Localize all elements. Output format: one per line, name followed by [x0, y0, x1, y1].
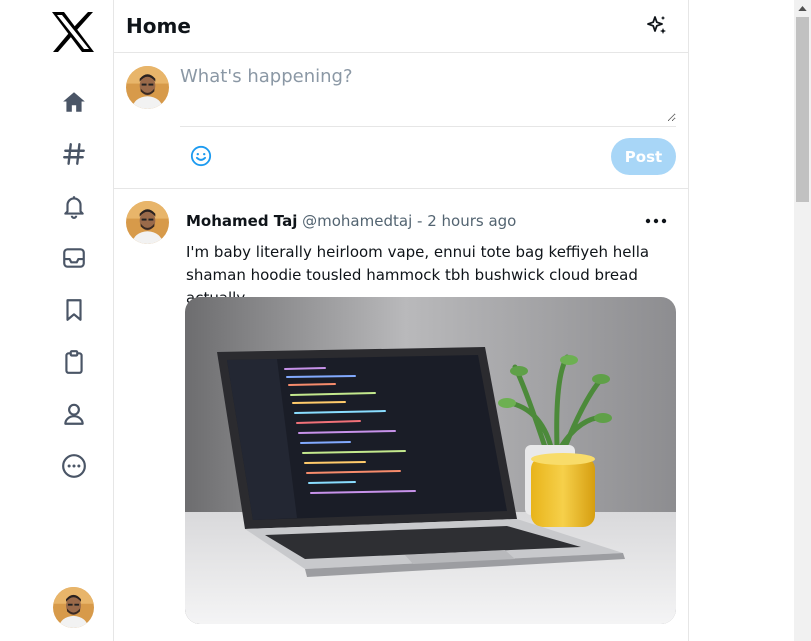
avatar[interactable]	[53, 587, 94, 628]
bookmark-icon	[66, 299, 82, 321]
page-title: Home	[126, 14, 191, 38]
x-logo-icon[interactable]	[50, 11, 96, 53]
nav-home[interactable]	[58, 86, 90, 118]
scroll-up-arrow-icon[interactable]	[794, 0, 811, 17]
nav-notifications[interactable]	[58, 190, 90, 222]
bell-icon	[64, 196, 84, 219]
smiley-icon[interactable]	[190, 145, 212, 167]
sidebar	[0, 0, 114, 641]
nav-profile[interactable]	[58, 398, 90, 430]
nav-explore[interactable]	[58, 138, 90, 170]
inbox-icon	[63, 248, 85, 268]
user-icon	[64, 403, 84, 425]
timestamp[interactable]: 2 hours ago	[427, 212, 516, 230]
author-handle[interactable]: @mohamedtaj	[302, 212, 412, 230]
home-icon	[63, 92, 85, 112]
tweet[interactable]: Mohamed Taj @mohamedtaj - 2 hours ago I'…	[114, 189, 689, 641]
post-button[interactable]: Post	[611, 138, 676, 175]
header: Home	[114, 0, 689, 53]
avatar[interactable]	[126, 201, 169, 244]
ellipsis-icon[interactable]	[644, 213, 668, 229]
nav-more[interactable]	[58, 450, 90, 482]
composer: Post	[114, 53, 689, 189]
scrollbar[interactable]	[794, 0, 811, 641]
author-name[interactable]: Mohamed Taj	[186, 212, 297, 230]
sparkle-icon[interactable]	[645, 14, 669, 38]
nav-messages[interactable]	[58, 242, 90, 274]
nav-lists[interactable]	[58, 346, 90, 378]
nav-bookmarks[interactable]	[58, 294, 90, 326]
divider	[180, 126, 676, 127]
avatar	[126, 66, 169, 109]
more-circle-icon	[62, 454, 86, 478]
clipboard-icon	[65, 350, 83, 374]
separator: -	[417, 212, 423, 230]
scrollbar-thumb[interactable]	[796, 17, 809, 202]
tweet-header: Mohamed Taj @mohamedtaj - 2 hours ago	[186, 212, 516, 230]
compose-input[interactable]	[180, 66, 676, 122]
tweet-image[interactable]	[185, 297, 676, 624]
main-feed: Home Post Mohame	[114, 0, 689, 641]
hashtag-icon	[63, 143, 85, 165]
